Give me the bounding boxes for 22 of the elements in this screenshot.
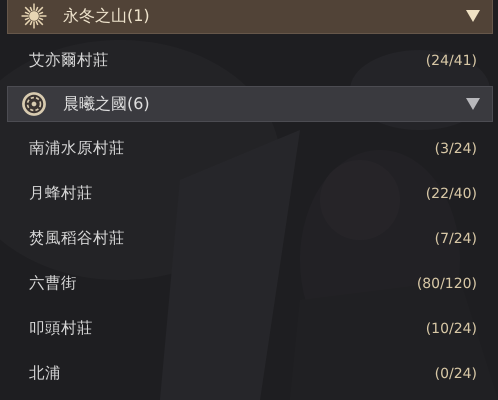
village-count: (3/24) xyxy=(434,140,477,156)
village-name[interactable]: 艾亦爾村莊 xyxy=(29,50,109,71)
village-name[interactable]: 月蜂村莊 xyxy=(29,183,93,204)
village-name[interactable]: 叩頭村莊 xyxy=(29,318,93,339)
caret-down-icon xyxy=(466,10,480,22)
emblem-icon xyxy=(21,91,47,117)
region-name: 晨曦之國(6) xyxy=(63,94,151,114)
region-header[interactable]: 晨曦之國(6) xyxy=(7,86,493,122)
village-count: (0/24) xyxy=(434,366,477,382)
region-name: 永冬之山(1) xyxy=(63,6,151,26)
sun-icon xyxy=(21,3,47,29)
village-name[interactable]: 北浦 xyxy=(29,363,61,384)
village-count: (24/41) xyxy=(426,52,477,68)
region-header[interactable]: 永冬之山(1) xyxy=(7,0,493,34)
caret-down-icon xyxy=(466,98,480,110)
village-count: (80/120) xyxy=(416,276,477,292)
village-count: (22/40) xyxy=(426,186,477,202)
village-count: (7/24) xyxy=(434,230,477,246)
village-count: (10/24) xyxy=(426,320,477,336)
village-name[interactable]: 六曹街 xyxy=(29,273,77,294)
village-name[interactable]: 南浦水原村莊 xyxy=(29,138,125,159)
village-name[interactable]: 焚風稻谷村莊 xyxy=(29,228,125,249)
